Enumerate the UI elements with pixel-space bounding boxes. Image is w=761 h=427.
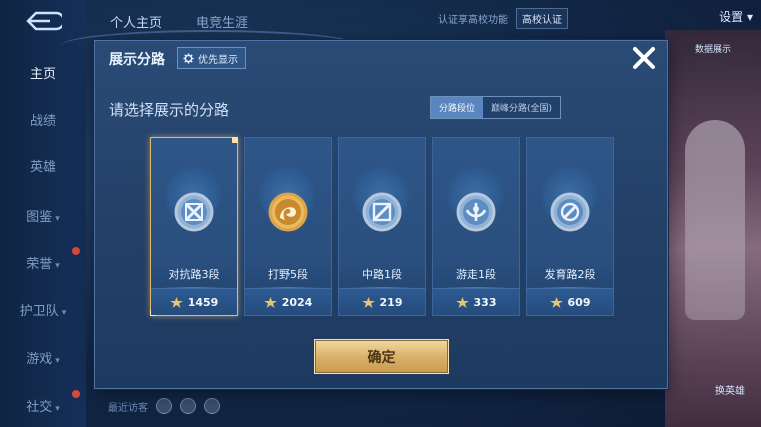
dialog-title: 展示分路: [109, 52, 165, 68]
gear-icon: [183, 52, 194, 64]
lane-points-bar: 609: [527, 288, 613, 315]
nav-item-label: 英雄: [29, 160, 56, 175]
visitor-avatar[interactable]: [156, 398, 172, 414]
chevron-down-icon: ▾: [55, 214, 60, 224]
lane-name: 打野5段: [268, 268, 308, 281]
left-navigation: 主页 战绩 英雄 图鉴 ▾ 荣誉 ▾ 护卫队 ▾ 游戏 ▾ 社交 ▾: [0, 0, 86, 427]
lane-card[interactable]: 打野5段 2024: [244, 137, 332, 316]
change-hero-button[interactable]: 换英雄: [715, 382, 745, 397]
lane-card[interactable]: 发育路2段 609: [526, 137, 614, 316]
data-display-label[interactable]: 数据展示: [695, 42, 731, 55]
lane-points: 219: [379, 295, 403, 309]
hero-artwork: [665, 30, 761, 427]
nav-item-label: 图鉴: [26, 210, 53, 225]
settings-button[interactable]: 设置 ▾: [719, 8, 753, 25]
dialog-header: 展示分路 优先显示: [95, 41, 667, 75]
notification-dot: [72, 247, 80, 255]
lane-card[interactable]: 游走1段 333: [432, 137, 520, 316]
clash-lane-badge-icon: [174, 192, 214, 232]
recent-visitors-label: 最近访客: [108, 402, 148, 414]
lane-display-dialog: 展示分路 优先显示 请选择展示的分路 分路段位 巅峰分路(全国) 对抗路3段 14…: [94, 40, 668, 389]
lane-card[interactable]: 对抗路3段 1459: [150, 137, 238, 316]
toggle-peak-lane[interactable]: 巅峰分路(全国): [483, 97, 561, 118]
nav-item[interactable]: 英雄: [0, 156, 86, 175]
notification-dot: [72, 390, 80, 398]
recent-visitors: 最近访客: [108, 398, 220, 414]
school-certify-button[interactable]: 高校认证: [516, 7, 568, 29]
chevron-down-icon: ▾: [55, 261, 60, 271]
rank-points-icon: [169, 296, 183, 308]
nav-item-label: 战绩: [29, 114, 56, 129]
chevron-down-icon: ▾: [55, 356, 60, 366]
nav-item-label: 荣誉: [26, 257, 53, 272]
nav-item[interactable]: 游戏 ▾: [0, 348, 86, 367]
lane-points-bar: 1459: [151, 288, 237, 315]
nav-item-label: 护卫队: [19, 304, 59, 319]
nav-item-label: 游戏: [26, 352, 53, 367]
mid-lane-badge-icon: [362, 192, 402, 232]
toggle-lane-rank[interactable]: 分路段位: [431, 97, 484, 118]
rank-points-icon: [263, 296, 277, 308]
lane-points-bar: 333: [433, 288, 519, 315]
lane-points-bar: 219: [339, 288, 425, 315]
confirm-button[interactable]: 确定: [314, 339, 449, 374]
priority-display-button[interactable]: 优先显示: [177, 47, 246, 69]
dialog-prompt: 请选择展示的分路: [109, 101, 230, 119]
selection-corner: [232, 137, 238, 143]
chevron-down-icon: ▾: [746, 10, 753, 24]
lane-card[interactable]: 中路1段 219: [338, 137, 426, 316]
top-tabs: 个人主页 电竞生涯: [110, 12, 248, 31]
lane-name: 游走1段: [456, 268, 496, 281]
close-icon[interactable]: [631, 45, 657, 71]
lane-points: 1459: [187, 295, 219, 309]
nav-item-label: 主页: [29, 67, 56, 82]
lane-mode-toggle: 分路段位 巅峰分路(全国): [430, 96, 562, 119]
rank-points-icon: [549, 296, 563, 308]
nav-item[interactable]: 荣誉 ▾: [0, 247, 86, 272]
rank-points-icon: [361, 296, 375, 308]
nav-item[interactable]: 主页: [0, 63, 86, 82]
chevron-down-icon: ▾: [55, 404, 60, 414]
lane-points-bar: 2024: [245, 288, 331, 315]
nav-item[interactable]: 图鉴 ▾: [0, 206, 86, 225]
rank-points-icon: [455, 296, 469, 308]
roam-badge-icon: [456, 192, 496, 232]
farm-lane-badge-icon: [550, 192, 590, 232]
lane-points: 333: [473, 295, 497, 309]
back-icon[interactable]: [22, 10, 62, 32]
settings-label: 设置: [719, 10, 744, 24]
nav-item[interactable]: 社交 ▾: [0, 390, 86, 415]
nav-item[interactable]: 战绩: [0, 110, 86, 129]
lane-points: 2024: [281, 295, 313, 309]
lane-points: 609: [567, 295, 591, 309]
lane-name: 中路1段: [362, 268, 402, 281]
tab-esports-career[interactable]: 电竞生涯: [196, 12, 248, 31]
lane-name: 发育路2段: [544, 268, 596, 281]
jungle-badge-icon: [268, 192, 308, 232]
certify-text: 认证享高校功能: [438, 14, 508, 26]
lane-name: 对抗路3段: [168, 268, 220, 281]
chevron-down-icon: ▾: [61, 308, 67, 318]
priority-display-label: 优先显示: [198, 54, 238, 66]
top-right-bar: 认证享高校功能 高校认证: [438, 7, 761, 29]
visitor-avatar[interactable]: [180, 398, 196, 414]
tab-personal-home[interactable]: 个人主页: [110, 12, 162, 31]
nav-item[interactable]: 护卫队 ▾: [0, 300, 86, 319]
nav-item-label: 社交: [26, 400, 53, 415]
visitor-avatar[interactable]: [204, 398, 220, 414]
